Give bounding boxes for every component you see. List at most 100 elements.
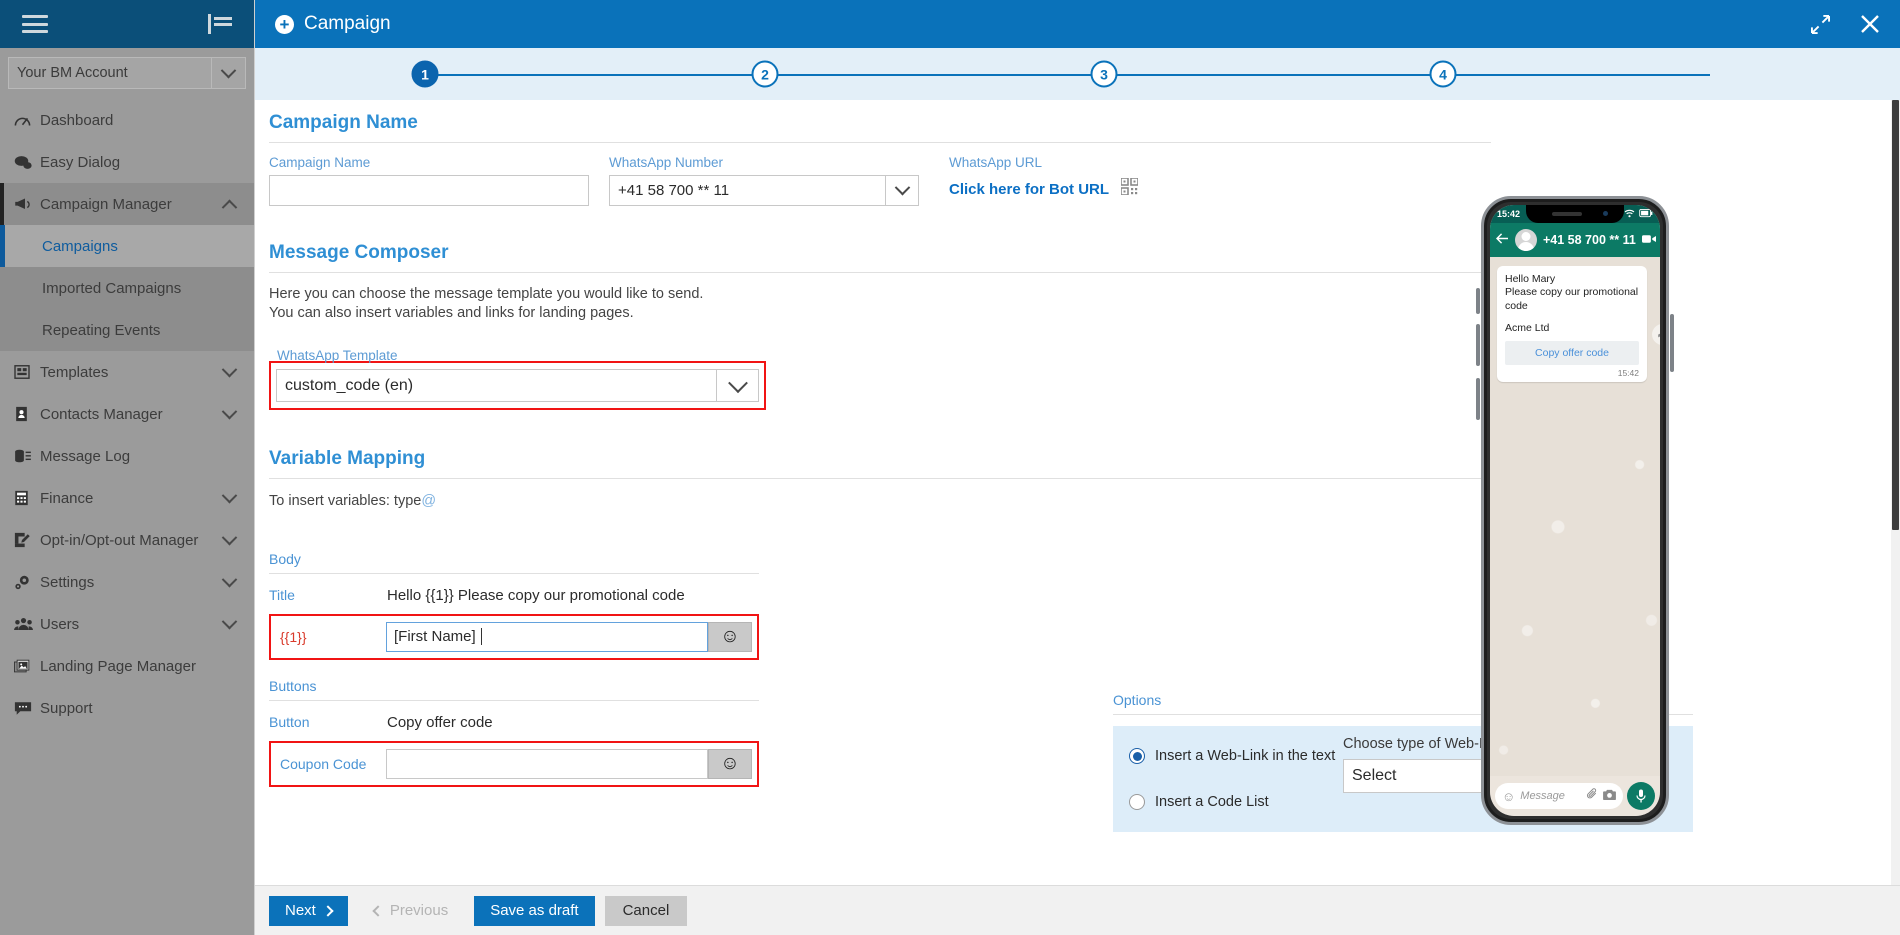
previous-button[interactable]: Previous <box>358 896 464 926</box>
step-number: 2 <box>761 66 769 82</box>
field-whatsapp-url: WhatsApp URL Click here for Bot URL <box>949 155 1139 206</box>
sidebar-item-support[interactable]: Support <box>0 687 254 729</box>
whatsapp-url-label: WhatsApp URL <box>949 155 1043 170</box>
whatsapp-number-label: WhatsApp Number <box>609 155 724 170</box>
sidebar-item-imported-campaigns[interactable]: Imported Campaigns <box>0 267 254 309</box>
chevron-down-icon[interactable] <box>218 613 240 630</box>
message-time: 15:42 <box>1617 368 1639 379</box>
chevron-down-icon[interactable] <box>211 58 245 88</box>
sidebar-item-label: Templates <box>40 363 109 381</box>
radio-codelist-label: Insert a Code List <box>1155 794 1269 810</box>
at-symbol-icon: @ <box>421 493 437 510</box>
emoji-smiley-icon[interactable]: ☺ <box>1502 790 1515 803</box>
sidebar-item-campaign-manager[interactable]: Campaign Manager <box>0 183 254 225</box>
sidebar-item-users[interactable]: Users <box>0 603 254 645</box>
cancel-button[interactable]: Cancel <box>604 895 688 926</box>
phone-screen: 15:42 ··· <box>1490 205 1660 816</box>
modal-header: + Campaign <box>255 0 1900 48</box>
step-2[interactable]: 2 <box>751 60 779 88</box>
step-3[interactable]: 3 <box>1090 60 1118 88</box>
radio-insert-codelist[interactable]: Insert a Code List <box>1129 786 1343 818</box>
status-time: 15:42 <box>1497 209 1521 219</box>
campaign-name-label: Campaign Name <box>269 155 371 170</box>
save-as-draft-button[interactable]: Save as draft <box>474 895 595 926</box>
paperclip-icon[interactable] <box>1587 787 1598 805</box>
sidebar-item-campaigns[interactable]: Campaigns <box>0 225 254 267</box>
whatsapp-template-select[interactable]: custom_code (en) <box>276 369 759 403</box>
next-button[interactable]: Next <box>269 895 348 926</box>
radio-button-selected-icon[interactable] <box>1129 748 1145 764</box>
back-arrow-icon[interactable] <box>1495 231 1509 249</box>
phone-volume-down-button <box>1476 324 1480 366</box>
step-indicator: 1 2 3 4 <box>255 48 1900 100</box>
chevron-down-icon[interactable] <box>218 571 240 588</box>
microphone-icon[interactable] <box>1627 782 1655 810</box>
radio-insert-weblink[interactable]: Insert a Web-Link in the text <box>1129 740 1343 772</box>
field-campaign-name: Campaign Name <box>269 155 589 206</box>
modal-footer: Next Previous Save as draft Cancel <box>255 885 1900 935</box>
sidebar-item-label: Easy Dialog <box>40 153 121 171</box>
bot-url-link[interactable]: Click here for Bot URL <box>949 181 1109 198</box>
account-selector[interactable]: Your BM Account <box>8 57 246 89</box>
sidebar-item-contacts-manager[interactable]: Contacts Manager <box>0 393 254 435</box>
sidebar-item-easy-dialog[interactable]: Easy Dialog <box>0 141 254 183</box>
emoji-smiley-icon[interactable]: ☺ <box>708 748 752 779</box>
coupon-highlight-box: Coupon Code ☺ <box>269 740 759 787</box>
chevron-down-icon[interactable] <box>218 361 240 378</box>
radio-button-icon[interactable] <box>1129 794 1145 810</box>
template-highlight-box: custom_code (en) <box>269 361 766 411</box>
chevron-down-icon[interactable] <box>885 176 918 205</box>
sidebar-item-finance[interactable]: Finance <box>0 477 254 519</box>
collapse-sidebar-icon[interactable] <box>208 14 232 34</box>
forward-arrow-icon[interactable]: ➦ <box>1652 324 1660 345</box>
images-icon <box>14 659 40 674</box>
chevron-down-icon[interactable] <box>218 487 240 504</box>
chevron-down-icon[interactable] <box>218 529 240 546</box>
sidebar-item-templates[interactable]: Templates <box>0 351 254 393</box>
vertical-scrollbar[interactable] <box>1891 100 1900 885</box>
step-4[interactable]: 4 <box>1429 60 1457 88</box>
sidebar-item-message-log[interactable]: Message Log <box>0 435 254 477</box>
scrollbar-thumb[interactable] <box>1892 100 1899 530</box>
sidebar-item-settings[interactable]: Settings <box>0 561 254 603</box>
hamburger-menu-icon[interactable] <box>22 15 48 33</box>
chevron-down-icon[interactable] <box>716 370 758 402</box>
whatsapp-number-select[interactable]: +41 58 700 ** 11 <box>609 175 919 206</box>
buttons-group: Buttons Button Copy offer code Coupon Co… <box>269 678 759 787</box>
button-value: Copy offer code <box>387 713 493 731</box>
sidebar-nav: Dashboard Easy Dialog Campaign Manager C… <box>0 99 254 729</box>
camera-icon[interactable] <box>1603 787 1616 805</box>
sidebar-subitem-label: Repeating Events <box>42 321 161 339</box>
edit-square-icon <box>14 532 40 548</box>
phone-volume-up-button <box>1476 288 1480 314</box>
qr-code-icon[interactable] <box>1120 177 1139 200</box>
whatsapp-template-value: custom_code (en) <box>285 376 414 394</box>
sidebar-item-landing-page-manager[interactable]: Landing Page Manager <box>0 645 254 687</box>
chat-background: Hello Mary Please copy our promotional c… <box>1490 257 1660 776</box>
expand-icon[interactable] <box>1811 14 1830 34</box>
calculator-icon <box>14 490 40 506</box>
contacts-book-icon <box>14 406 40 422</box>
sidebar-item-optin-optout-manager[interactable]: Opt-in/Opt-out Manager <box>0 519 254 561</box>
video-camera-icon[interactable] <box>1641 231 1656 249</box>
chevron-down-icon[interactable] <box>218 403 240 420</box>
section-variable-mapping-title: Variable Mapping <box>269 448 1491 480</box>
sidebar-item-label: Message Log <box>40 447 131 465</box>
close-icon[interactable] <box>1860 14 1880 34</box>
chat-bubbles-icon <box>14 155 40 170</box>
section-campaign-name-title: Campaign Name <box>269 112 1491 143</box>
message-company: Acme Ltd <box>1505 322 1550 335</box>
sidebar-item-repeating-events[interactable]: Repeating Events <box>0 309 254 351</box>
template-icon <box>14 365 40 379</box>
chevron-up-icon[interactable] <box>218 199 240 215</box>
message-input[interactable]: ☺ Message <box>1495 783 1623 809</box>
options-radio-group: Insert a Web-Link in the text Insert a C… <box>1113 726 1343 832</box>
emoji-smiley-icon[interactable]: ☺ <box>708 621 752 652</box>
sidebar-item-label: Opt-in/Opt-out Manager <box>40 531 199 549</box>
var1-input[interactable]: [First Name] <box>386 621 708 652</box>
step-1[interactable]: 1 <box>411 60 439 88</box>
coupon-code-input[interactable] <box>386 748 708 779</box>
sidebar-item-dashboard[interactable]: Dashboard <box>0 99 254 141</box>
copy-offer-code-button[interactable]: Copy offer code <box>1505 341 1639 366</box>
campaign-name-input[interactable] <box>269 175 589 206</box>
